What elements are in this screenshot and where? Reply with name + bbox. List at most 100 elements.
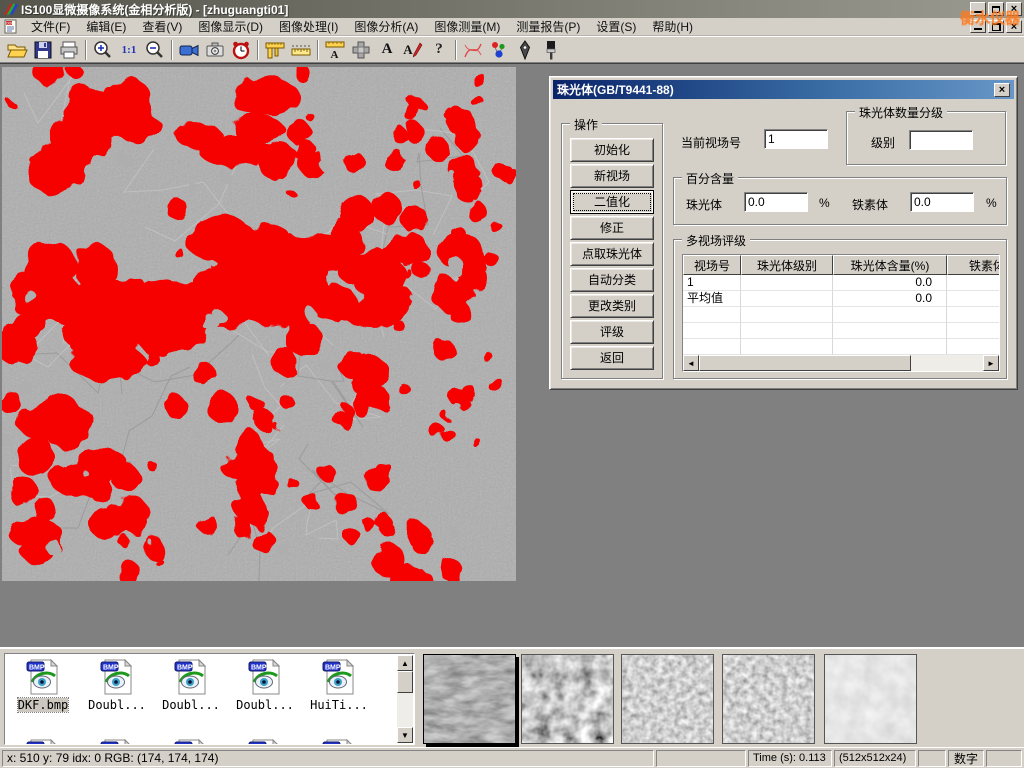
minimize-icon (974, 28, 982, 30)
cell-ferrite (947, 275, 1000, 291)
merge-grid-button[interactable] (348, 38, 374, 62)
thumbnail-preview-5[interactable] (824, 654, 917, 744)
file-name[interactable]: Doubl... (88, 698, 146, 712)
micrograph-image[interactable] (2, 67, 516, 581)
thumbnail-preview-3[interactable] (621, 654, 714, 744)
edit-text-button[interactable]: A (400, 38, 426, 62)
curve-tool-button[interactable] (460, 38, 486, 62)
file-item[interactable]: BMP Doubl... (228, 656, 302, 736)
menu-image-display[interactable]: 图像显示(D) (190, 16, 271, 37)
menu-file[interactable]: 文件(F) (23, 16, 78, 37)
print-button[interactable] (56, 38, 82, 62)
ink-picker-button[interactable] (512, 38, 538, 62)
percent-group: 百分含量 珠光体 % 铁素体 % (673, 177, 1007, 225)
scroll-right-button[interactable]: ► (983, 355, 999, 371)
file-item[interactable]: BMP HuiTi... (302, 656, 376, 736)
open-file-button[interactable] (4, 38, 30, 62)
col-pearlite[interactable]: 珠光体含量(%) (833, 255, 947, 275)
pearlite-percent-input[interactable] (744, 192, 808, 212)
classify-points-button[interactable] (486, 38, 512, 62)
svg-text:BMP: BMP (103, 665, 119, 672)
close-button[interactable]: × (1006, 2, 1022, 16)
thumbnail-preview-2[interactable] (521, 654, 614, 744)
status-bar: x: 510 y: 79 idx: 0 RGB: (174, 174, 174)… (0, 747, 1024, 768)
dialog-close-button[interactable]: × (994, 83, 1010, 97)
file-item[interactable]: BMP DKF.bmp (6, 656, 80, 736)
file-list[interactable]: BMP DKF.bmp BMP Doubl... BMP (4, 653, 415, 745)
brush-tool-button[interactable] (538, 38, 564, 62)
scroll-down-button[interactable]: ▼ (397, 727, 413, 743)
table-row[interactable]: 平均值 0.0 (683, 291, 999, 307)
auto-classify-button[interactable]: 自动分类 (570, 268, 654, 292)
file-name[interactable]: HuiTi... (310, 698, 368, 712)
return-button[interactable]: 返回 (570, 346, 654, 370)
scroll-left-button[interactable]: ◄ (683, 355, 699, 371)
menu-image-analysis[interactable]: 图像分析(A) (346, 16, 426, 37)
table-row[interactable]: 1 0.0 (683, 275, 999, 291)
col-field[interactable]: 视场号 (683, 255, 741, 275)
arrow-left-icon: ◄ (687, 359, 695, 368)
file-item[interactable]: BMP (228, 736, 302, 745)
mode-status: 数字 (948, 750, 984, 767)
file-name[interactable]: Doubl... (162, 698, 220, 712)
scrollbar-thumb[interactable] (397, 671, 413, 693)
menu-help[interactable]: 帮助(H) (644, 16, 701, 37)
dialog-title-bar[interactable]: 珠光体(GB/T9441-88) × (553, 80, 1014, 99)
menu-image-measure[interactable]: 图像测量(M) (426, 16, 508, 37)
scrollbar-thumb[interactable] (699, 355, 911, 371)
minimize-button[interactable] (970, 2, 986, 16)
actual-size-button[interactable]: 1:1 (116, 38, 142, 62)
file-item[interactable]: BMP Doubl... (154, 656, 228, 736)
child-minimize-button[interactable] (970, 20, 986, 33)
rating-table[interactable]: 视场号 珠光体级别 珠光体含量(%) 铁素体 1 0.0 平均值 0.0 (682, 254, 1000, 372)
menu-settings[interactable]: 设置(S) (588, 16, 644, 37)
timer-button[interactable] (228, 38, 254, 62)
file-item[interactable]: BMP (6, 736, 80, 745)
file-item[interactable]: BMP (302, 736, 376, 745)
scroll-up-button[interactable]: ▲ (397, 655, 413, 671)
svg-text:BMP: BMP (177, 745, 193, 746)
new-field-button[interactable]: 新视场 (570, 164, 654, 188)
file-item[interactable]: BMP Doubl... (80, 656, 154, 736)
ruler-tool-button[interactable] (288, 38, 314, 62)
caliper-tool-button[interactable] (262, 38, 288, 62)
correct-button[interactable]: 修正 (570, 216, 654, 240)
help-button[interactable]: ? (426, 38, 452, 62)
child-restore-button[interactable] (988, 20, 1004, 33)
change-class-button[interactable]: 更改类别 (570, 294, 654, 318)
file-list-scrollbar[interactable]: ▲ ▼ (397, 655, 413, 743)
file-name[interactable]: DKF.bmp (18, 698, 69, 712)
video-capture-button[interactable] (176, 38, 202, 62)
measure-annotate-button[interactable]: A (322, 38, 348, 62)
menu-edit[interactable]: 编辑(E) (78, 16, 134, 37)
table-horizontal-scrollbar[interactable]: ◄ ► (683, 355, 999, 371)
col-grade[interactable]: 珠光体级别 (741, 255, 833, 275)
file-item[interactable]: BMP (80, 736, 154, 745)
text-tool-button[interactable]: A (374, 38, 400, 62)
thumbnail-preview-1[interactable] (423, 654, 516, 744)
pick-pearlite-button[interactable]: 点取珠光体 (570, 242, 654, 266)
current-field-label: 当前视场号 (681, 134, 741, 151)
zoom-out-button[interactable] (142, 38, 168, 62)
zoom-in-button[interactable] (90, 38, 116, 62)
grade-input[interactable] (909, 130, 973, 150)
col-ferrite[interactable]: 铁素体 (947, 255, 1000, 275)
maximize-button[interactable] (988, 2, 1004, 16)
init-button[interactable]: 初始化 (570, 138, 654, 162)
file-name[interactable]: Doubl... (236, 698, 294, 712)
save-button[interactable] (30, 38, 56, 62)
thumbnail-preview-4[interactable] (722, 654, 815, 744)
menu-view[interactable]: 查看(V) (134, 16, 190, 37)
child-close-button[interactable]: × (1006, 20, 1022, 33)
menu-image-process[interactable]: 图像处理(I) (271, 16, 346, 37)
current-field-input[interactable] (764, 129, 828, 149)
file-item[interactable]: BMP (154, 736, 228, 745)
operations-group-label: 操作 (570, 116, 602, 133)
ferrite-percent-input[interactable] (910, 192, 974, 212)
camera-capture-button[interactable] (202, 38, 228, 62)
bmp-file-icon: BMP (321, 658, 357, 696)
application-window: IS100显微摄像系统(金相分析版) - [zhuguangti01] × 衡水… (0, 0, 1024, 768)
menu-measure-report[interactable]: 测量报告(P) (508, 16, 588, 37)
grade-button[interactable]: 评级 (570, 320, 654, 344)
binarize-button[interactable]: 二值化 (570, 190, 654, 214)
